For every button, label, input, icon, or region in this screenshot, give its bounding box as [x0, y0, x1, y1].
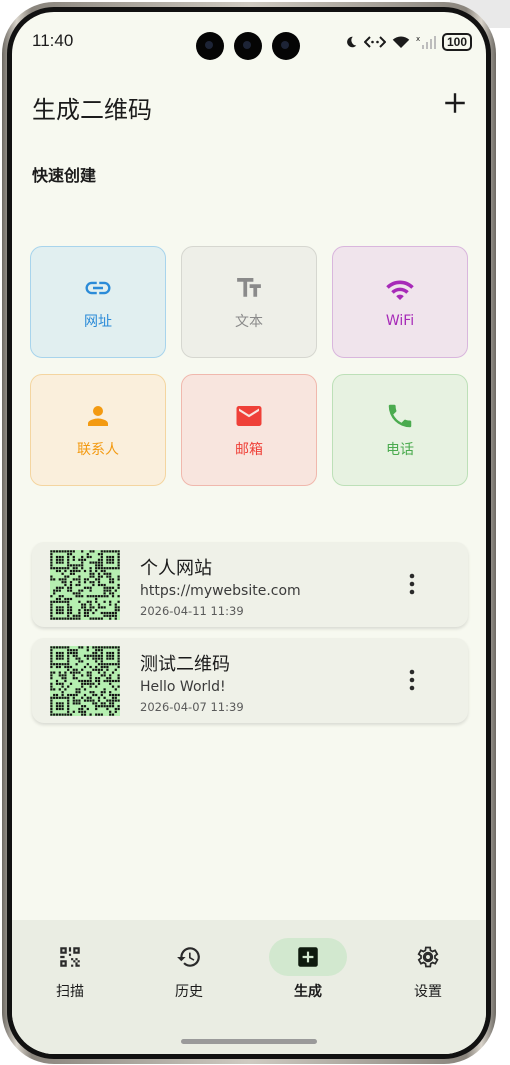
tile-label: 电话 [386, 442, 414, 458]
battery-indicator: 100 [441, 33, 472, 51]
gear-icon [417, 946, 439, 968]
status-icons: x 100 [344, 33, 472, 51]
tile-label: WiFi [385, 313, 415, 329]
page-title: 生成二维码 [32, 96, 152, 124]
nav-label: 设置 [414, 984, 442, 1000]
plus-icon[interactable] [442, 90, 468, 116]
history-card[interactable]: 测试二维码 Hello World! 2026-04-07 11:39 [32, 638, 468, 723]
nav-item-settings[interactable]: 设置 [378, 938, 478, 1008]
add-box-icon [298, 947, 318, 967]
nav-label: 扫描 [56, 984, 84, 1000]
history-icon [177, 947, 200, 967]
tile-label: 网址 [84, 314, 112, 330]
card-content: Hello World! [140, 679, 226, 695]
tile-label: 联系人 [77, 442, 119, 458]
tile-email[interactable]: 邮箱 [181, 374, 317, 486]
more-vert-icon[interactable] [408, 668, 416, 692]
mail-icon [236, 406, 262, 426]
text-icon [237, 278, 261, 297]
signal-icon: x [416, 35, 436, 49]
phone-frame: 11:40 x 100 生成二维码 快速创建 网址 文本 WiFi 联系人 邮箱… [2, 2, 496, 1064]
home-indicator[interactable] [181, 1039, 317, 1044]
tile-text[interactable]: 文本 [181, 246, 317, 358]
tile-label: 邮箱 [235, 442, 263, 458]
nav-item-scan[interactable]: 扫描 [20, 938, 120, 1008]
scan-icon [60, 947, 80, 967]
tile-contact[interactable]: 联系人 [30, 374, 166, 486]
wifi-icon [386, 280, 414, 300]
moon-icon [347, 36, 357, 48]
phone-icon [388, 404, 412, 428]
active-nav-pill [269, 938, 347, 976]
more-vert-icon[interactable] [408, 572, 416, 596]
status-bar: 11:40 x 100 [12, 12, 486, 60]
tile-wifi[interactable]: WiFi [332, 246, 468, 358]
wifi-icon [392, 36, 410, 48]
card-title: 个人网站 [140, 558, 212, 579]
history-card[interactable]: 个人网站 https://mywebsite.com 2026-04-11 11… [32, 542, 468, 627]
status-time: 11:40 [32, 31, 74, 50]
camera-cutout [272, 32, 300, 60]
card-content: https://mywebsite.com [140, 583, 301, 599]
quick-create-title: 快速创建 [32, 166, 97, 185]
camera-cutout [196, 32, 224, 60]
nav-label: 生成 [294, 984, 322, 1000]
qr-code-thumbnail [50, 646, 120, 716]
card-date: 2026-04-11 11:39 [140, 604, 244, 618]
qr-code-thumbnail [50, 550, 120, 620]
nav-item-history[interactable]: 历史 [139, 938, 239, 1008]
tile-label: 文本 [235, 314, 263, 330]
svg-text:x: x [416, 35, 420, 43]
nav-item-generate[interactable]: 生成 [258, 938, 358, 1008]
camera-cutout [234, 32, 262, 60]
link-icon [85, 281, 111, 295]
tile-url[interactable]: 网址 [30, 246, 166, 358]
tile-phone[interactable]: 电话 [332, 374, 468, 486]
bottom-navigation: 扫描 历史 生成 设置 [12, 920, 486, 1054]
nav-label: 历史 [175, 984, 203, 1000]
card-date: 2026-04-07 11:39 [140, 700, 244, 714]
card-title: 测试二维码 [140, 654, 230, 675]
app-screen: 11:40 x 100 生成二维码 快速创建 网址 文本 WiFi 联系人 邮箱… [12, 12, 486, 1054]
data-transfer-icon [363, 36, 386, 48]
person-icon [88, 406, 108, 426]
